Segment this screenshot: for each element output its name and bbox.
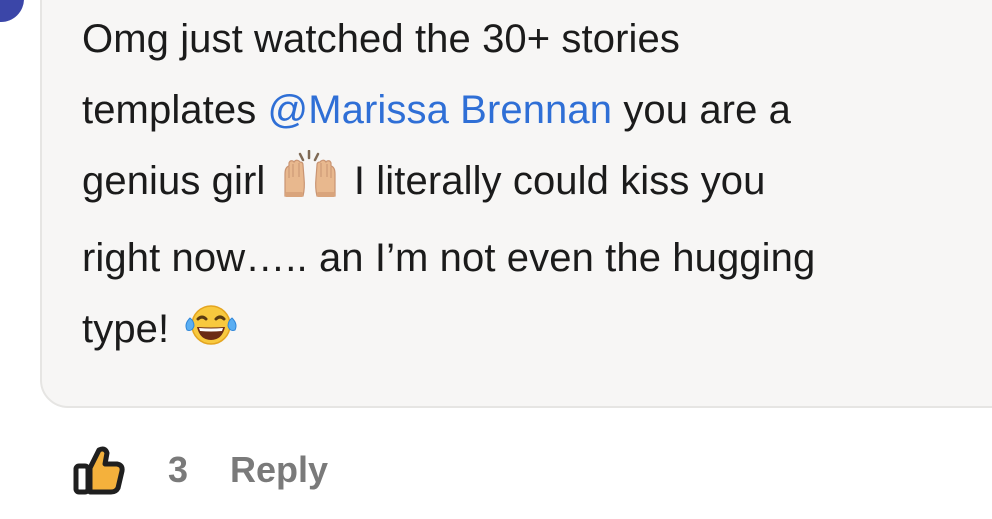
comment-line-2-start: templates bbox=[82, 88, 268, 132]
comment-line-1: Omg just watched the 30+ stories bbox=[82, 17, 680, 61]
avatar[interactable] bbox=[0, 0, 24, 22]
like-count: 3 bbox=[168, 449, 189, 490]
thumbs-up-icon bbox=[73, 446, 125, 495]
comment-body: Omg just watched the 30+ stories templat… bbox=[82, 4, 962, 371]
comment-screen: Omg just watched the 30+ stories templat… bbox=[0, 0, 992, 519]
comment-line-2-end: you are a bbox=[612, 88, 791, 132]
raising-hands-emoji-icon bbox=[279, 149, 341, 223]
comment-line-4: right now….. an I’m not even the hugging bbox=[82, 236, 816, 280]
tears-of-joy-emoji-icon bbox=[182, 300, 240, 371]
comment-line-5: type! bbox=[82, 307, 181, 351]
mention-link[interactable]: @Marissa Brennan bbox=[268, 88, 613, 132]
like-button[interactable] bbox=[70, 441, 128, 499]
comment-line-3-start: genius girl bbox=[82, 159, 277, 203]
reply-button[interactable]: Reply bbox=[230, 449, 328, 491]
comment-actions: 3 Reply bbox=[70, 438, 328, 502]
comment-line-3-end: I literally could kiss you bbox=[342, 159, 766, 203]
